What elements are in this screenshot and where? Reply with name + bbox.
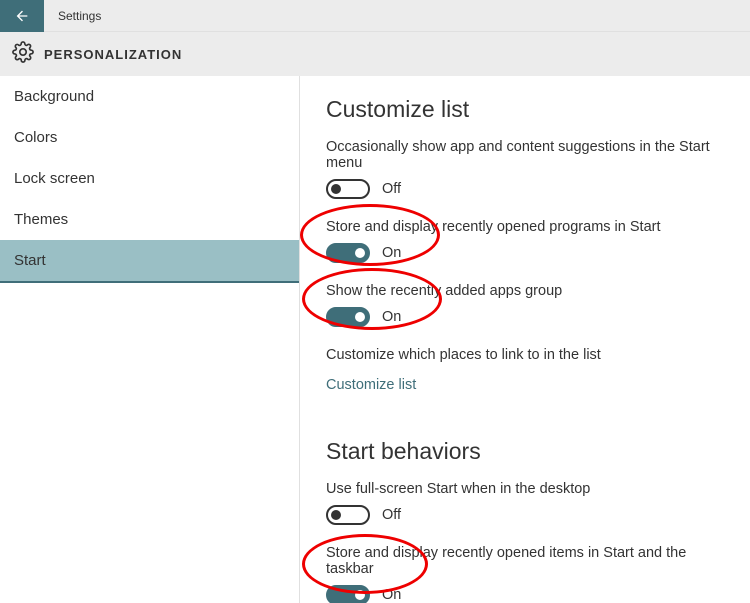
setting-recently-added: Show the recently added apps group On <box>326 283 724 327</box>
sidebar-item-background[interactable]: Background <box>0 76 299 117</box>
sidebar-item-label: Themes <box>14 211 68 228</box>
toggle-fullscreen[interactable] <box>326 505 370 525</box>
back-button[interactable] <box>0 0 44 32</box>
window-title: Settings <box>44 9 101 23</box>
sidebar-item-colors[interactable]: Colors <box>0 117 299 158</box>
setting-fullscreen: Use full-screen Start when in the deskto… <box>326 481 724 525</box>
toggle-recent-items[interactable] <box>326 585 370 603</box>
toggle-state-label: On <box>382 309 401 325</box>
toggle-state-label: On <box>382 587 401 603</box>
setting-label: Use full-screen Start when in the deskto… <box>326 481 724 497</box>
category-header: PERSONALIZATION <box>0 32 750 76</box>
section-heading-customize-list: Customize list <box>326 96 724 123</box>
category-title: PERSONALIZATION <box>44 47 182 62</box>
gear-icon <box>12 41 34 68</box>
toggle-state-label: Off <box>382 507 401 523</box>
setting-label: Customize which places to link to in the… <box>326 347 724 363</box>
setting-label: Store and display recently opened items … <box>326 545 724 577</box>
setting-label: Show the recently added apps group <box>326 283 724 299</box>
window-header: Settings <box>0 0 750 32</box>
back-arrow-icon <box>14 8 30 24</box>
setting-customize-places: Customize which places to link to in the… <box>326 347 724 394</box>
section-heading-start-behaviors: Start behaviors <box>326 438 724 465</box>
sidebar: Background Colors Lock screen Themes Sta… <box>0 76 300 603</box>
sidebar-item-label: Start <box>14 252 46 269</box>
sidebar-item-label: Background <box>14 88 94 105</box>
setting-suggestions: Occasionally show app and content sugges… <box>326 139 724 199</box>
toggle-state-label: On <box>382 245 401 261</box>
sidebar-item-label: Lock screen <box>14 170 95 187</box>
setting-recent-programs: Store and display recently opened progra… <box>326 219 724 263</box>
customize-list-link[interactable]: Customize list <box>326 377 416 393</box>
sidebar-item-start[interactable]: Start <box>0 240 299 283</box>
toggle-state-label: Off <box>382 181 401 197</box>
toggle-suggestions[interactable] <box>326 179 370 199</box>
toggle-recent-programs[interactable] <box>326 243 370 263</box>
sidebar-item-label: Colors <box>14 129 57 146</box>
setting-label: Store and display recently opened progra… <box>326 219 724 235</box>
setting-recent-items: Store and display recently opened items … <box>326 545 724 603</box>
sidebar-item-lock-screen[interactable]: Lock screen <box>0 158 299 199</box>
setting-label: Occasionally show app and content sugges… <box>326 139 724 171</box>
toggle-recently-added[interactable] <box>326 307 370 327</box>
main-content: Customize list Occasionally show app and… <box>300 76 750 603</box>
sidebar-item-themes[interactable]: Themes <box>0 199 299 240</box>
